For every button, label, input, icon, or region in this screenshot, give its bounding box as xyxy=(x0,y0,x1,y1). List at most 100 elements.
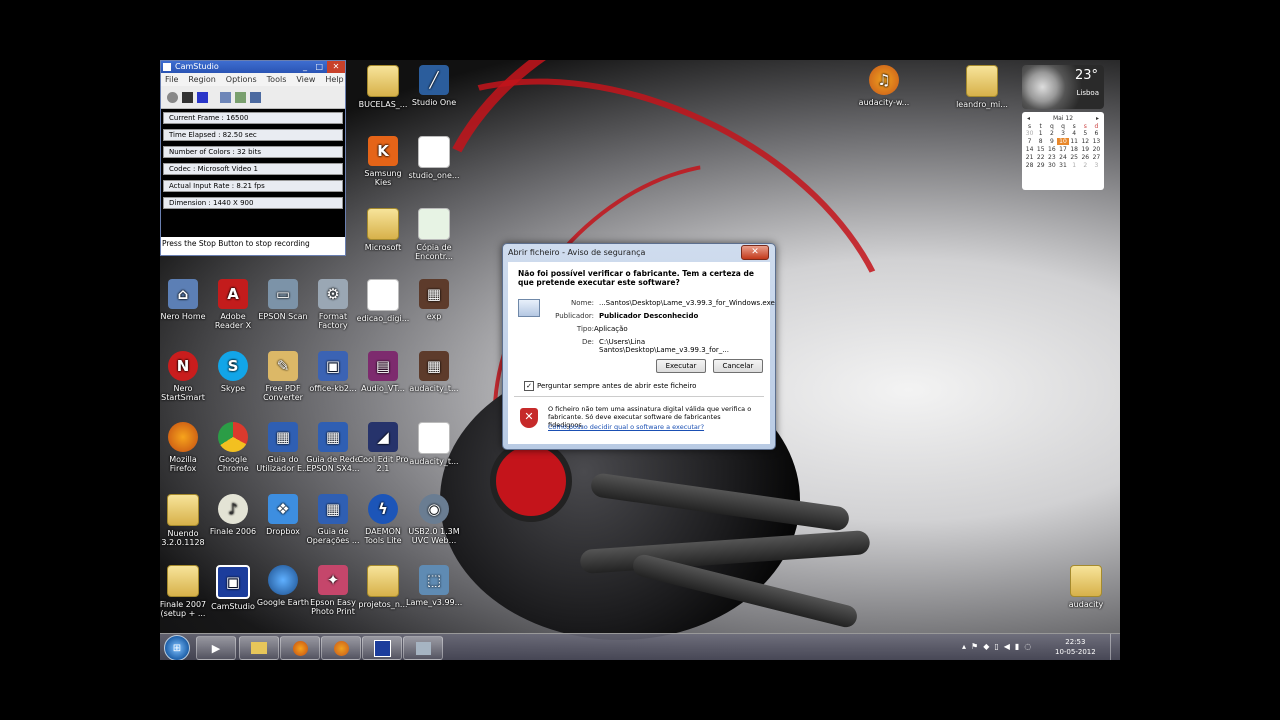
desktop-icon[interactable]: A Adobe Reader X xyxy=(205,279,261,330)
desktop-icon[interactable]: ◉ USB2.0 1.3M UVC Web... xyxy=(406,494,462,545)
calendar-day[interactable]: 11 xyxy=(1069,138,1080,145)
desktop-icon[interactable]: ▦ audacity_t... xyxy=(406,351,462,393)
calendar-day[interactable]: 21 xyxy=(1024,154,1035,161)
calendar-day[interactable]: 24 xyxy=(1057,154,1068,161)
desktop-icon[interactable]: ▦ Guia de Rede EPSON SX4... xyxy=(305,422,361,473)
desktop-icon[interactable]: projetos_n... xyxy=(355,565,411,609)
calendar-day[interactable]: 3 xyxy=(1091,162,1102,169)
language-icon[interactable]: ◌ xyxy=(1024,642,1031,651)
desktop-icon[interactable]: ϟ DAEMON Tools Lite xyxy=(355,494,411,545)
run-button[interactable]: Executar xyxy=(656,359,706,373)
desktop-icon[interactable]: K Samsung Kies xyxy=(355,136,411,187)
calendar-day[interactable]: 25 xyxy=(1069,154,1080,161)
desktop-icon[interactable]: ▭ EPSON Scan xyxy=(255,279,311,321)
record-icon[interactable] xyxy=(167,91,178,103)
calendar-day[interactable]: 15 xyxy=(1035,146,1046,153)
help-link[interactable]: Como posso decidir qual o software a exe… xyxy=(548,423,704,431)
options-icon[interactable] xyxy=(235,91,246,103)
calendar-day[interactable]: 8 xyxy=(1035,138,1046,145)
desktop-icon[interactable]: S Skype xyxy=(205,351,261,393)
calendar-day[interactable]: 26 xyxy=(1080,154,1091,161)
desktop-icon[interactable]: ♫ audacity-w... xyxy=(856,65,912,107)
taskbar-explorer[interactable] xyxy=(239,636,279,660)
desktop-icon[interactable]: Google Earth xyxy=(255,565,311,607)
calendar-day[interactable]: 19 xyxy=(1080,146,1091,153)
dialog-titlebar[interactable]: Abrir ficheiro - Aviso de segurança ✕ xyxy=(503,244,775,261)
calendar-day[interactable]: 29 xyxy=(1035,162,1046,169)
calendar-day[interactable]: 22 xyxy=(1035,154,1046,161)
taskbar-camstudio[interactable] xyxy=(362,636,402,660)
desktop-icon[interactable]: studio_one... xyxy=(406,136,462,180)
start-button[interactable]: ⊞ xyxy=(164,635,190,660)
weather-gadget[interactable]: 23° Lisboa xyxy=(1022,65,1104,109)
always-ask-option[interactable]: ✓ Perguntar sempre antes de abrir este f… xyxy=(524,381,696,391)
menu-view[interactable]: View xyxy=(296,73,315,86)
desktop-icon[interactable]: audacity_t... xyxy=(406,422,462,466)
calendar-day[interactable]: 30 xyxy=(1046,162,1057,169)
volume-icon[interactable]: ◀ xyxy=(1004,642,1010,651)
desktop-icon[interactable]: ╱ Studio One xyxy=(406,65,462,107)
calendar-day[interactable]: 2 xyxy=(1080,162,1091,169)
taskbar-firefox[interactable] xyxy=(280,636,320,660)
show-desktop-button[interactable] xyxy=(1110,634,1120,660)
desktop-icon[interactable]: ⌂ Nero Home xyxy=(160,279,211,321)
usb-icon[interactable]: ▯ xyxy=(994,642,998,651)
cancel-button[interactable]: Cancelar xyxy=(713,359,763,373)
minimize-icon[interactable]: _ xyxy=(303,61,307,73)
taskbar-audacity[interactable] xyxy=(321,636,361,660)
calendar-day[interactable]: 30 xyxy=(1024,130,1035,137)
calendar-day[interactable]: 23 xyxy=(1046,154,1057,161)
calendar-day[interactable]: 12 xyxy=(1080,138,1091,145)
calendar-day[interactable]: 13 xyxy=(1091,138,1102,145)
desktop-icon[interactable]: ◢ Cool Edit Pro 2.1 xyxy=(355,422,411,473)
region-icon[interactable] xyxy=(220,91,231,103)
desktop-icon[interactable]: leandro_mi... xyxy=(954,65,1010,109)
desktop-icon[interactable]: ▣ office-kb2... xyxy=(305,351,361,393)
calendar-day[interactable]: 4 xyxy=(1069,130,1080,137)
calendar-day[interactable]: 20 xyxy=(1091,146,1102,153)
always-ask-checkbox[interactable]: ✓ xyxy=(524,381,534,391)
desktop-icon[interactable]: ▣ CamStudio xyxy=(205,565,261,611)
prev-month-icon[interactable]: ◂ xyxy=(1027,115,1030,122)
desktop-icon[interactable]: ❖ Dropbox xyxy=(255,494,311,536)
desktop-icon[interactable]: ♪ Finale 2006 xyxy=(205,494,261,536)
maximize-icon[interactable]: □ xyxy=(315,61,323,73)
calendar-day[interactable]: 6 xyxy=(1091,130,1102,137)
calendar-day[interactable]: 14 xyxy=(1024,146,1035,153)
network-icon[interactable]: ▮ xyxy=(1015,642,1019,651)
next-month-icon[interactable]: ▸ xyxy=(1096,115,1099,122)
taskbar-media-center[interactable]: ▶ xyxy=(196,636,236,660)
desktop-icon[interactable]: ✦ Epson Easy Photo Print xyxy=(305,565,361,616)
desktop-icon[interactable]: Google Chrome xyxy=(205,422,261,473)
calendar-day[interactable]: 10 xyxy=(1057,138,1069,145)
calendar-day[interactable]: 18 xyxy=(1069,146,1080,153)
stop-icon[interactable] xyxy=(197,91,208,103)
desktop-icon[interactable]: Cópia de Encontr... xyxy=(406,208,462,261)
calendar-day[interactable]: 2 xyxy=(1046,130,1057,137)
calendar-day[interactable]: 5 xyxy=(1080,130,1091,137)
dialog-close-button[interactable]: ✕ xyxy=(741,245,769,260)
calendar-day[interactable]: 17 xyxy=(1057,146,1068,153)
desktop-icon[interactable]: ▦ Guia de Operações ... xyxy=(305,494,361,545)
calendar-day[interactable]: 1 xyxy=(1069,162,1080,169)
camstudio-titlebar[interactable]: CamStudio _ □ ✕ xyxy=(161,61,345,73)
desktop-icon[interactable]: ▦ exp xyxy=(406,279,462,321)
swf-icon[interactable] xyxy=(250,91,261,103)
calendar-day[interactable]: 31 xyxy=(1057,162,1068,169)
desktop-icon[interactable]: N Nero StartSmart xyxy=(160,351,211,402)
close-icon[interactable]: ✕ xyxy=(327,61,345,73)
calendar-day[interactable]: 9 xyxy=(1046,138,1057,145)
antivirus-icon[interactable]: ◆ xyxy=(983,642,989,651)
desktop-icon[interactable]: Mozilla Firefox xyxy=(160,422,211,473)
desktop-icon[interactable]: Nuendo 3.2.0.1128 xyxy=(160,494,211,547)
desktop-icon[interactable]: Finale 2007 (setup + ... xyxy=(160,565,211,618)
calendar-day[interactable]: 27 xyxy=(1091,154,1102,161)
desktop-icon[interactable]: ⚙ Format Factory xyxy=(305,279,361,330)
action-center-flag-icon[interactable]: ⚑ xyxy=(971,642,978,651)
menu-help[interactable]: Help xyxy=(325,73,343,86)
menu-tools[interactable]: Tools xyxy=(267,73,287,86)
calendar-gadget[interactable]: ◂ Mai 12 ▸ stqqssd 30 1 2 3 4 5 6 7 8 9 10 11 12 13 14… xyxy=(1022,112,1104,190)
calendar-day[interactable]: 16 xyxy=(1046,146,1057,153)
desktop-icon[interactable]: Microsoft xyxy=(355,208,411,252)
pause-icon[interactable] xyxy=(182,91,193,103)
